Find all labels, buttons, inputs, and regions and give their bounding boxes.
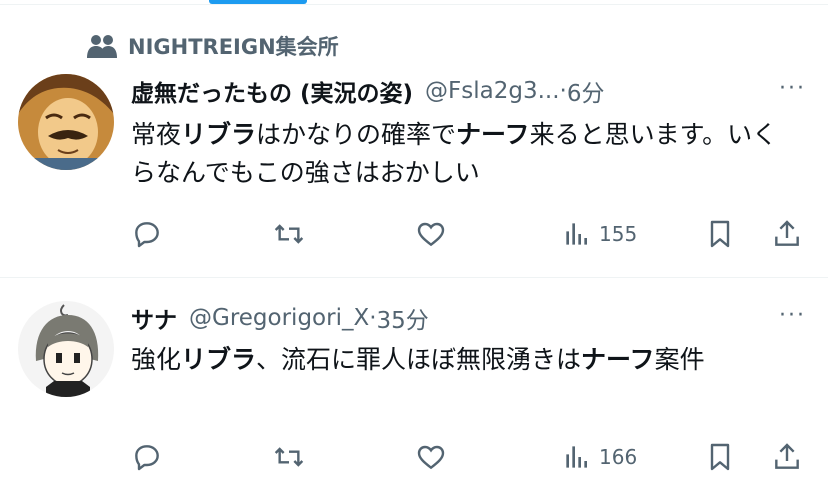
reply-icon <box>135 445 159 471</box>
separator: · <box>559 78 567 104</box>
views-count: 155 <box>599 222 638 246</box>
share-icon <box>775 443 799 469</box>
avatar-illustration <box>18 74 114 170</box>
top-divider <box>0 4 828 5</box>
user-handle[interactable]: @Gregorigori_X <box>189 305 369 331</box>
like-button[interactable] <box>415 441 447 473</box>
community-label[interactable]: NIGHTREIGN集会所 <box>86 32 339 60</box>
timestamp[interactable]: 35分 <box>377 301 429 335</box>
share-icon <box>775 220 799 246</box>
bookmark-button[interactable] <box>704 218 736 250</box>
share-button[interactable] <box>771 441 803 473</box>
avatar[interactable] <box>18 301 114 397</box>
heart-icon <box>417 222 445 247</box>
heart-icon <box>417 445 445 470</box>
tweet-text: 強化リブラ、流石に罪人ほぼ無限湧きはナーフ案件 <box>131 345 705 374</box>
views-button[interactable]: 166 <box>561 441 637 473</box>
analytics-icon <box>566 446 587 468</box>
share-button[interactable] <box>771 218 803 250</box>
community-icon <box>87 35 117 58</box>
tweet[interactable]: 虚無だったもの (実況の姿) @Fsla2g3... · 6分 ··· 常夜リブ… <box>0 64 828 277</box>
bookmark-icon <box>710 443 730 471</box>
views-button[interactable]: 155 <box>561 218 637 250</box>
tweet-header: 虚無だったもの (実況の姿) @Fsla2g3... · 6分 <box>131 73 604 109</box>
tweet-text: 常夜リブラはかなりの確率でナーフ来ると思います。いくらなんでもこの強さはおかしい <box>131 120 778 187</box>
display-name[interactable]: サナ <box>131 301 177 335</box>
action-bar: 155 <box>131 214 811 254</box>
community-name: NIGHTREIGN集会所 <box>128 35 339 59</box>
retweet-button[interactable] <box>273 441 305 473</box>
retweet-icon <box>274 447 304 467</box>
avatar-illustration <box>18 301 114 397</box>
retweet-button[interactable] <box>273 218 305 250</box>
timestamp[interactable]: 6分 <box>567 74 605 108</box>
more-options-icon[interactable]: ··· <box>779 76 806 101</box>
bookmark-icon <box>710 220 730 248</box>
tweet-divider <box>0 277 828 278</box>
more-options-icon[interactable]: ··· <box>779 303 806 328</box>
reply-button[interactable] <box>131 441 163 473</box>
retweet-icon <box>274 224 304 244</box>
reply-button[interactable] <box>131 218 163 250</box>
avatar[interactable] <box>18 74 114 170</box>
display-name[interactable]: 虚無だったもの (実況の姿) <box>131 74 413 108</box>
separator: · <box>369 305 377 331</box>
like-button[interactable] <box>415 218 447 250</box>
reply-icon <box>135 222 159 248</box>
action-bar: 166 <box>131 437 811 477</box>
tweet[interactable]: サナ @Gregorigori_X · 35分 ··· 強化リブラ、流石に罪人ほ… <box>0 279 828 495</box>
user-handle[interactable]: @Fsla2g3... <box>425 78 560 104</box>
tweet-header: サナ @Gregorigori_X · 35分 <box>131 300 429 336</box>
analytics-icon <box>566 223 587 245</box>
views-count: 166 <box>599 445 638 469</box>
bookmark-button[interactable] <box>704 441 736 473</box>
